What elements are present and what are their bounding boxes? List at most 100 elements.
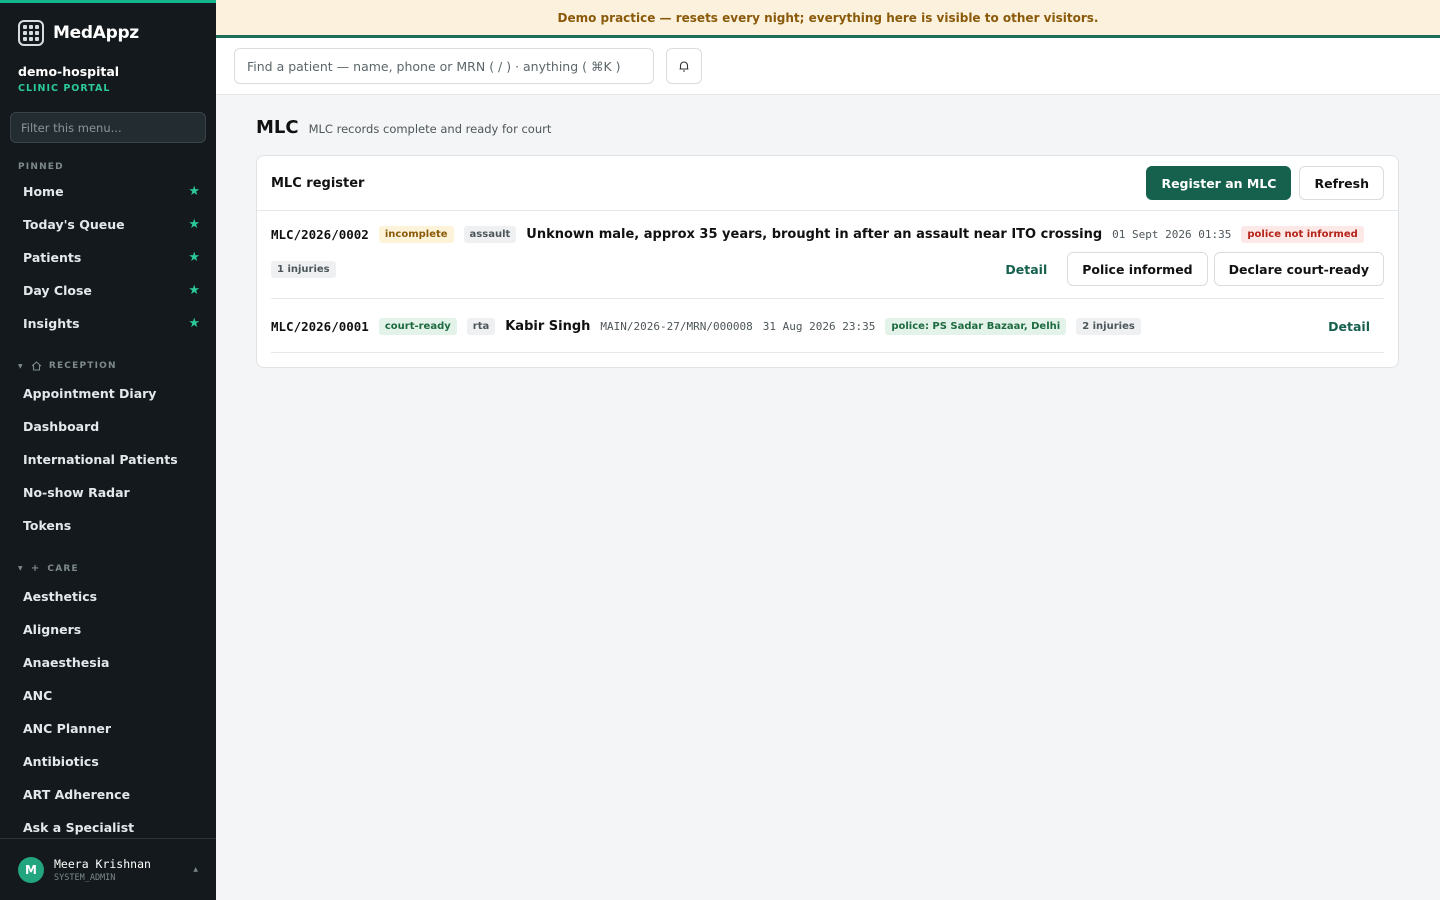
demo-banner: Demo practice — resets every night; ever… xyxy=(216,0,1440,38)
hospital-info: demo-hospital CLINIC PORTAL xyxy=(0,47,216,94)
record-datetime: 01 Sept 2026 01:35 xyxy=(1112,228,1232,241)
declare-court-ready-button[interactable]: Declare court-ready xyxy=(1213,252,1384,286)
detail-button[interactable]: Detail xyxy=(1314,309,1384,343)
sidebar-item-anaesthesia[interactable]: Anaesthesia xyxy=(0,646,216,679)
section-toggle-reception[interactable]: ▼ RECEPTION xyxy=(0,361,216,371)
mlc-record: MLC/2026/0002 incomplete assault Unknown… xyxy=(271,211,1384,299)
sidebar-item-tokens[interactable]: Tokens xyxy=(0,509,216,542)
status-badge: court-ready xyxy=(378,317,457,335)
star-icon[interactable]: ★ xyxy=(188,250,200,265)
injuries-badge: 2 injuries xyxy=(1076,317,1141,335)
bell-icon xyxy=(679,61,689,72)
section-label-pinned: PINNED xyxy=(0,162,216,172)
detail-button[interactable]: Detail xyxy=(991,252,1061,286)
pinned-label: PINNED xyxy=(18,162,64,172)
mlc-id: MLC/2026/0001 xyxy=(271,318,369,334)
record-actions: Detail Police informed Declare court-rea… xyxy=(991,252,1384,286)
user-role: SYSTEM_ADMIN xyxy=(54,872,116,883)
sidebar-item-label: Dashboard xyxy=(23,419,100,434)
injuries-badge: 1 injuries xyxy=(271,260,336,278)
hospital-name: demo-hospital xyxy=(18,64,120,79)
sidebar-item-aesthetics[interactable]: Aesthetics xyxy=(0,580,216,613)
sidebar-item-label: Insights xyxy=(23,316,80,331)
home-icon xyxy=(31,361,42,371)
demo-banner-text: Demo practice — resets every night; ever… xyxy=(557,10,1099,25)
patient-mrn: MAIN/2026-27/MRN/000008 xyxy=(600,319,753,333)
sidebar-item-home[interactable]: Home ★ xyxy=(0,175,216,208)
record-title: Kabir Singh xyxy=(505,318,591,334)
sidebar-item-label: Patients xyxy=(23,250,82,265)
user-name: Meera Krishnan xyxy=(54,856,151,871)
card-title: MLC register xyxy=(271,175,365,191)
sidebar-item-no-show-radar[interactable]: No-show Radar xyxy=(0,476,216,509)
sidebar-item-antibiotics[interactable]: Antibiotics xyxy=(0,745,216,778)
sidebar-item-label: Anaesthesia xyxy=(23,655,110,670)
police-informed-button[interactable]: Police informed xyxy=(1067,252,1208,286)
section-toggle-care[interactable]: ▼ + CARE xyxy=(0,563,216,574)
sidebar-item-anc[interactable]: ANC xyxy=(0,679,216,712)
sidebar-item-label: Home xyxy=(23,184,64,199)
record-footer: 1 injuries Detail Police informed Declar… xyxy=(271,252,1384,286)
star-icon[interactable]: ★ xyxy=(188,184,200,199)
sidebar-item-label: Appointment Diary xyxy=(23,386,157,401)
sidebar-item-international-patients[interactable]: International Patients xyxy=(0,443,216,476)
sidebar-item-anc-planner[interactable]: ANC Planner xyxy=(0,712,216,745)
menu-filter xyxy=(10,112,206,143)
sidebar-item-label: ANC xyxy=(23,688,53,703)
hospital-subtitle: CLINIC PORTAL xyxy=(18,83,111,94)
star-icon[interactable]: ★ xyxy=(188,316,200,331)
chevron-down-icon: ▼ xyxy=(18,565,24,572)
topbar xyxy=(216,38,1440,95)
card-actions: Register an MLC Refresh xyxy=(1146,166,1384,200)
sidebar-item-todays-queue[interactable]: Today's Queue ★ xyxy=(0,208,216,241)
mlc-record-list: MLC/2026/0002 incomplete assault Unknown… xyxy=(257,211,1398,367)
category-badge: assault xyxy=(463,226,517,243)
brand[interactable]: MedAppz xyxy=(0,3,216,47)
mlc-record: MLC/2026/0001 court-ready rta Kabir Sing… xyxy=(271,299,1384,353)
sidebar: MedAppz demo-hospital CLINIC PORTAL PINN… xyxy=(0,0,216,900)
sidebar-item-label: Today's Queue xyxy=(23,217,125,232)
sidebar-item-art-adherence[interactable]: ART Adherence xyxy=(0,778,216,811)
record-summary: MLC/2026/0002 incomplete assault Unknown… xyxy=(271,226,1384,243)
chevron-up-down-icon: ▲ xyxy=(193,866,198,873)
page-title: MLC xyxy=(256,117,299,138)
care-label: CARE xyxy=(47,563,79,574)
sidebar-item-label: Tokens xyxy=(23,518,72,533)
page-subtitle: MLC records complete and ready for court xyxy=(308,122,552,136)
sidebar-item-label: ART Adherence xyxy=(23,787,131,802)
sidebar-item-label: Antibiotics xyxy=(23,754,99,769)
record-summary: MLC/2026/0001 court-ready rta Kabir Sing… xyxy=(271,309,1384,343)
police-station-badge: police: PS Sadar Bazaar, Delhi xyxy=(885,317,1067,335)
main-content: MLC MLC records complete and ready for c… xyxy=(216,95,1440,900)
patient-search xyxy=(234,48,654,84)
register-mlc-button[interactable]: Register an MLC xyxy=(1146,166,1292,200)
record-datetime: 31 Aug 2026 23:35 xyxy=(762,319,876,333)
sidebar-item-dashboard[interactable]: Dashboard xyxy=(0,410,216,443)
chevron-down-icon: ▼ xyxy=(18,362,24,370)
mlc-id: MLC/2026/0002 xyxy=(271,227,369,242)
sidebar-item-appointment-diary[interactable]: Appointment Diary xyxy=(0,377,216,410)
notifications-button[interactable] xyxy=(666,48,702,84)
sidebar-item-patients[interactable]: Patients ★ xyxy=(0,241,216,274)
brand-logo-icon xyxy=(18,20,44,46)
star-icon[interactable]: ★ xyxy=(188,217,200,232)
sidebar-item-label: No-show Radar xyxy=(23,485,130,500)
avatar: M xyxy=(18,856,44,883)
sidebar-item-label: Aesthetics xyxy=(23,589,98,604)
sidebar-item-label: International Patients xyxy=(23,452,178,467)
sidebar-item-insights[interactable]: Insights ★ xyxy=(0,307,216,340)
plus-icon: + xyxy=(30,563,41,574)
sidebar-item-label: Aligners xyxy=(23,622,82,637)
refresh-button[interactable]: Refresh xyxy=(1299,166,1384,200)
sidebar-item-label: Day Close xyxy=(23,283,92,298)
menu-filter-input[interactable] xyxy=(21,120,195,135)
sidebar-item-aligners[interactable]: Aligners xyxy=(0,613,216,646)
mlc-register-card: MLC register Register an MLC Refresh MLC… xyxy=(256,155,1399,368)
sidebar-item-label: Ask a Specialist xyxy=(23,820,135,835)
user-menu[interactable]: M Meera Krishnan SYSTEM_ADMIN ▲ xyxy=(0,838,216,900)
star-icon[interactable]: ★ xyxy=(188,283,200,298)
sidebar-item-day-close[interactable]: Day Close ★ xyxy=(0,274,216,307)
page-header: MLC MLC records complete and ready for c… xyxy=(256,117,1400,138)
patient-search-input[interactable] xyxy=(247,58,641,74)
record-title: Unknown male, approx 35 years, brought i… xyxy=(526,227,1103,242)
